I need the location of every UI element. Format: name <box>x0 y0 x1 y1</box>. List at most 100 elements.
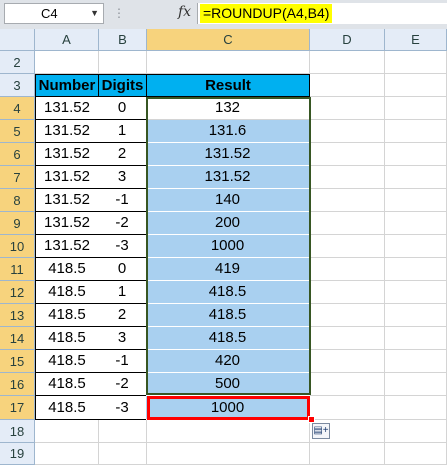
cell-number[interactable]: 131.52 <box>35 189 99 212</box>
empty-cell[interactable] <box>385 166 447 189</box>
empty-cell[interactable] <box>385 281 447 304</box>
empty-cell[interactable] <box>385 74 447 97</box>
empty-cell[interactable] <box>385 120 447 143</box>
cell-result[interactable]: 131.6 <box>146 120 310 143</box>
cell-result[interactable]: 418.5 <box>146 327 310 350</box>
row-header-15[interactable]: 15 <box>0 350 35 373</box>
row-header-8[interactable]: 8 <box>0 189 35 212</box>
empty-cell[interactable] <box>310 51 385 74</box>
cell-result[interactable]: 1000 <box>146 396 310 420</box>
empty-cell[interactable] <box>310 166 385 189</box>
splitter-icon[interactable]: ⋮ <box>113 3 125 24</box>
empty-cell[interactable] <box>99 51 147 74</box>
empty-cell[interactable] <box>385 396 447 420</box>
empty-cell[interactable] <box>385 304 447 327</box>
cell-result[interactable]: 418.5 <box>146 304 310 327</box>
empty-cell[interactable] <box>385 258 447 281</box>
cell-number[interactable]: 131.52 <box>35 97 99 120</box>
empty-cell[interactable] <box>35 443 99 465</box>
column-header-e[interactable]: E <box>385 29 447 51</box>
empty-cell[interactable] <box>35 51 99 74</box>
row-header-4[interactable]: 4 <box>0 97 35 120</box>
cell-number[interactable]: 418.5 <box>35 304 99 327</box>
cell-number[interactable]: 418.5 <box>35 350 99 373</box>
cell-digits[interactable]: -2 <box>98 373 147 396</box>
empty-cell[interactable] <box>385 97 447 120</box>
cell-result[interactable]: 420 <box>146 350 310 373</box>
row-header-14[interactable]: 14 <box>0 327 35 350</box>
cell-result[interactable]: 131.52 <box>146 166 310 189</box>
empty-cell[interactable] <box>310 281 385 304</box>
header-number[interactable]: Number <box>35 74 99 97</box>
empty-cell[interactable] <box>147 443 310 465</box>
empty-cell[interactable] <box>99 420 147 443</box>
cell-digits[interactable]: 3 <box>98 327 147 350</box>
paste-options-icon[interactable]: ▤+ <box>312 423 330 439</box>
row-header-2[interactable]: 2 <box>0 51 35 74</box>
empty-cell[interactable] <box>310 396 385 420</box>
empty-cell[interactable] <box>147 51 310 74</box>
name-box[interactable]: C4 ▼ <box>4 3 104 24</box>
empty-cell[interactable] <box>310 143 385 166</box>
row-header-6[interactable]: 6 <box>0 143 35 166</box>
empty-cell[interactable] <box>310 443 385 465</box>
empty-cell[interactable] <box>310 74 385 97</box>
cell-digits[interactable]: 0 <box>98 97 147 120</box>
empty-cell[interactable] <box>385 443 447 465</box>
cell-result[interactable]: 1000 <box>146 235 310 258</box>
cell-result[interactable]: 418.5 <box>146 281 310 304</box>
row-header-13[interactable]: 13 <box>0 304 35 327</box>
row-header-11[interactable]: 11 <box>0 258 35 281</box>
cell-number[interactable]: 131.52 <box>35 120 99 143</box>
insert-function-button[interactable]: fx <box>178 4 191 20</box>
row-header-18[interactable]: 18 <box>0 420 35 443</box>
empty-cell[interactable] <box>385 212 447 235</box>
empty-cell[interactable] <box>99 443 147 465</box>
cell-digits[interactable]: -3 <box>98 235 147 258</box>
cell-number[interactable]: 131.52 <box>35 212 99 235</box>
row-header-10[interactable]: 10 <box>0 235 35 258</box>
cell-digits[interactable]: 1 <box>98 281 147 304</box>
cell-result[interactable]: 419 <box>146 258 310 281</box>
row-header-9[interactable]: 9 <box>0 212 35 235</box>
row-header-3[interactable]: 3 <box>0 74 35 97</box>
row-header-16[interactable]: 16 <box>0 373 35 396</box>
cell-result[interactable]: 140 <box>146 189 310 212</box>
empty-cell[interactable] <box>310 212 385 235</box>
column-header-a[interactable]: A <box>35 29 99 51</box>
header-result[interactable]: Result <box>146 74 310 97</box>
cell-result[interactable]: 500 <box>146 373 310 396</box>
empty-cell[interactable] <box>385 235 447 258</box>
chevron-down-icon[interactable]: ▼ <box>90 4 99 23</box>
cell-number[interactable]: 131.52 <box>35 143 99 166</box>
cell-number[interactable]: 418.5 <box>35 327 99 350</box>
empty-cell[interactable] <box>147 420 310 443</box>
row-header-5[interactable]: 5 <box>0 120 35 143</box>
empty-cell[interactable] <box>310 258 385 281</box>
cell-digits[interactable]: -3 <box>98 396 147 420</box>
cell-digits[interactable]: 1 <box>98 120 147 143</box>
empty-cell[interactable] <box>310 373 385 396</box>
empty-cell[interactable] <box>385 189 447 212</box>
cell-number[interactable]: 131.52 <box>35 235 99 258</box>
empty-cell[interactable] <box>385 350 447 373</box>
empty-cell[interactable] <box>385 143 447 166</box>
cell-digits[interactable]: -1 <box>98 350 147 373</box>
cell-result[interactable]: 131.52 <box>146 143 310 166</box>
cell-number[interactable]: 418.5 <box>35 281 99 304</box>
empty-cell[interactable] <box>310 189 385 212</box>
cell-digits[interactable]: 2 <box>98 304 147 327</box>
empty-cell[interactable] <box>385 51 447 74</box>
fill-handle[interactable] <box>308 416 315 423</box>
empty-cell[interactable] <box>310 304 385 327</box>
cell-number[interactable]: 418.5 <box>35 396 99 420</box>
empty-cell[interactable] <box>35 420 99 443</box>
empty-cell[interactable] <box>385 373 447 396</box>
empty-cell[interactable] <box>310 350 385 373</box>
column-header-d[interactable]: D <box>310 29 385 51</box>
cell-number[interactable]: 131.52 <box>35 166 99 189</box>
cell-result[interactable]: 132 <box>146 97 310 120</box>
cell-number[interactable]: 418.5 <box>35 373 99 396</box>
cell-digits[interactable]: 3 <box>98 166 147 189</box>
cell-digits[interactable]: 2 <box>98 143 147 166</box>
